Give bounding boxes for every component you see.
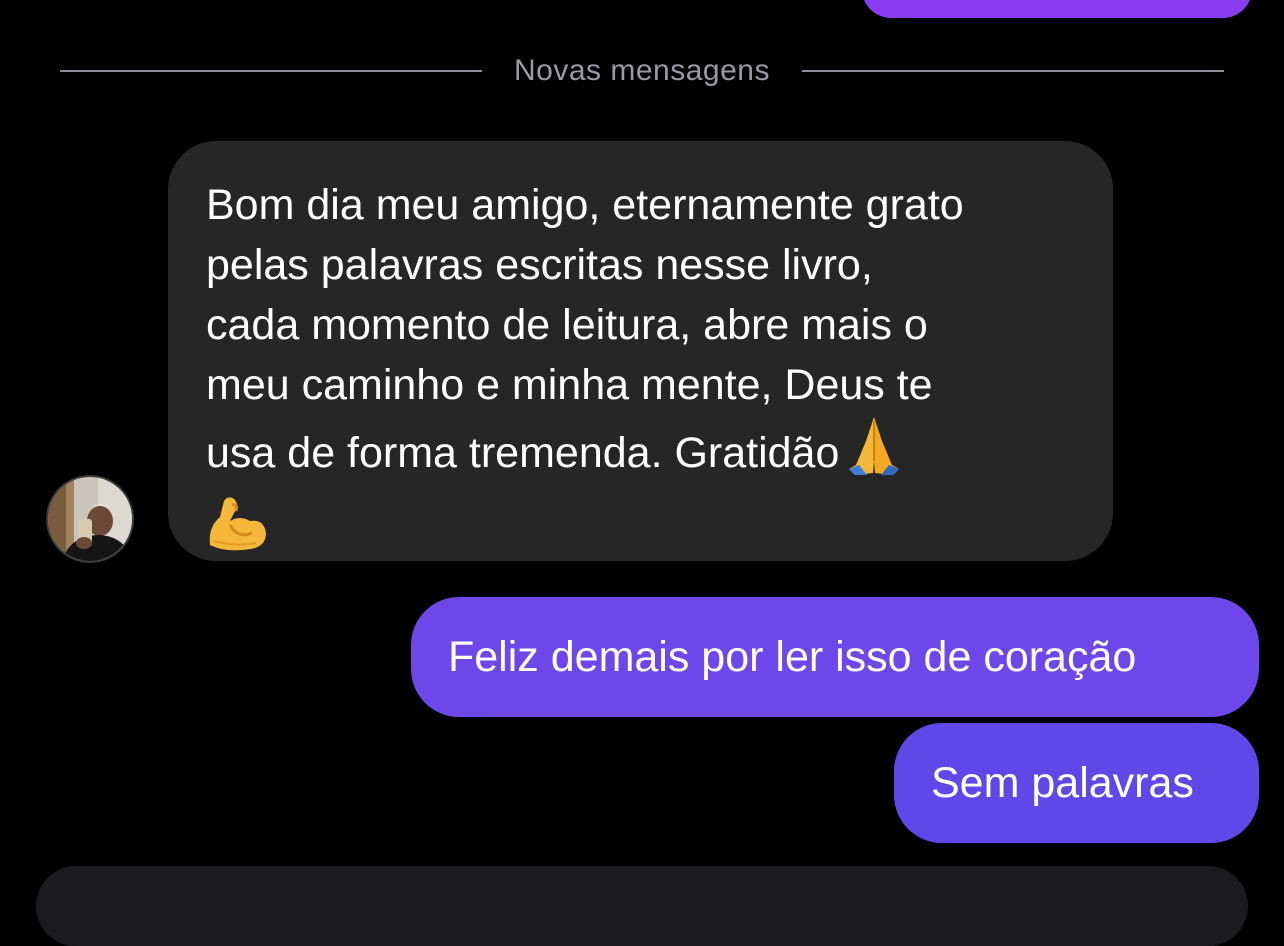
received-message-bubble[interactable]: Bom dia meu amigo, eternamente grato pel… bbox=[168, 141, 1113, 561]
previous-sent-message-bubble[interactable] bbox=[862, 0, 1252, 18]
received-message-text: Bom dia meu amigo, eternamente grato pel… bbox=[206, 175, 1077, 569]
sent-message-text: Sem palavras bbox=[931, 758, 1194, 807]
flexed-biceps-emoji bbox=[206, 495, 1077, 569]
sent-message-bubble[interactable]: Feliz demais por ler isso de coração bbox=[411, 597, 1259, 717]
praying-hands-emoji bbox=[843, 415, 905, 491]
message-composer[interactable] bbox=[36, 866, 1248, 946]
new-messages-divider: Novas mensagens bbox=[60, 50, 1224, 92]
divider-line-right bbox=[801, 70, 1224, 72]
sent-message-bubble[interactable]: Sem palavras bbox=[894, 723, 1259, 843]
sent-message-text: Feliz demais por ler isso de coração bbox=[448, 632, 1137, 681]
new-messages-label: Novas mensagens bbox=[514, 54, 770, 87]
sender-avatar[interactable] bbox=[48, 477, 132, 561]
divider-line-left bbox=[60, 70, 483, 72]
avatar-photo bbox=[48, 477, 132, 561]
